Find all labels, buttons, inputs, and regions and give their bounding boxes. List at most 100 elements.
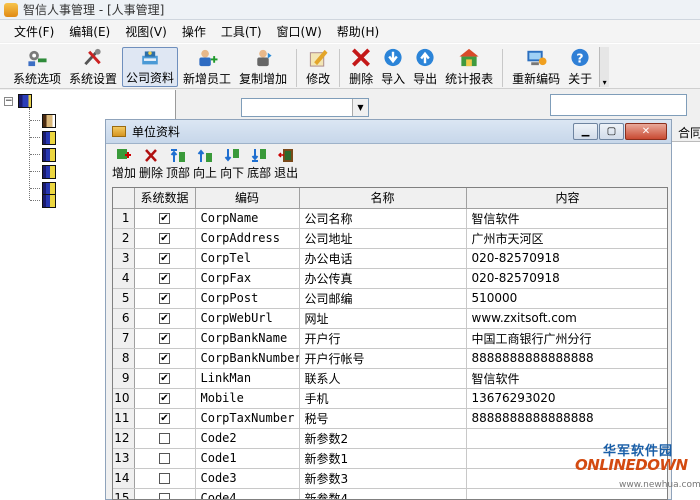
system-data-cell[interactable]: ✔ [134,268,196,289]
checkbox-checked[interactable]: ✔ [159,333,170,344]
table-row[interactable]: 11 ✔ CorpTaxNumber 税号 8888888888888888 [113,408,667,429]
content-cell[interactable]: 8888888888888888 [466,408,667,429]
system-data-cell[interactable] [134,428,196,449]
content-cell[interactable]: 中国工商银行广州分行 [466,328,667,349]
name-cell[interactable]: 办公传真 [299,268,467,289]
system-data-cell[interactable] [134,448,196,469]
content-cell[interactable]: 智信软件 [466,208,667,229]
name-cell[interactable]: 公司名称 [299,208,467,229]
checkbox-checked[interactable]: ✔ [159,393,170,404]
checkbox-checked[interactable]: ✔ [159,313,170,324]
name-cell[interactable]: 新参数3 [299,468,467,489]
table-row[interactable]: 8 ✔ CorpBankNumber 开户行帐号 8888888888888888 [113,348,667,369]
name-cell[interactable]: 办公电话 [299,248,467,269]
about-button[interactable]: ? 关于 [565,47,595,87]
toolbar-overflow-chevron-icon[interactable]: ▾ [599,47,610,87]
code-cell[interactable]: CorpName [195,208,300,229]
table-row[interactable]: 10 ✔ Mobile 手机 13676293020 [113,388,667,409]
table-row[interactable]: 4 ✔ CorpFax 办公传真 020-82570918 [113,268,667,289]
search-input[interactable] [550,94,687,116]
checkbox-unchecked[interactable] [159,433,170,444]
checkbox-unchecked[interactable] [159,453,170,464]
system-data-cell[interactable]: ✔ [134,388,196,409]
checkbox-unchecked[interactable] [159,493,170,499]
code-cell[interactable]: Code4 [195,488,300,499]
row-number-cell[interactable]: 12 [113,428,135,449]
name-cell[interactable]: 开户行帐号 [299,348,467,369]
checkbox-checked[interactable]: ✔ [159,413,170,424]
tree-node-book-icon[interactable] [42,165,56,179]
chevron-down-icon[interactable]: ▼ [352,99,368,116]
checkbox-checked[interactable]: ✔ [159,253,170,264]
checkbox-checked[interactable]: ✔ [159,233,170,244]
name-cell[interactable]: 网址 [299,308,467,329]
add-employee-button[interactable]: 新增员工 [180,47,234,87]
system-data-cell[interactable] [134,468,196,489]
code-cell[interactable]: CorpAddress [195,228,300,249]
exit-button[interactable]: 退出 [274,148,298,181]
row-number-cell[interactable]: 2 [113,228,135,249]
system-data-cell[interactable]: ✔ [134,368,196,389]
tree-root-book-icon[interactable] [18,94,32,108]
edit-button[interactable]: 修改 [303,47,333,87]
menu-help[interactable]: 帮助(H) [331,23,388,40]
table-row[interactable]: 9 ✔ LinkMan 联系人 智信软件 [113,368,667,389]
name-cell[interactable]: 公司邮编 [299,288,467,309]
content-cell[interactable]: 020-82570918 [466,268,667,289]
report-button[interactable]: 统计报表 [442,47,496,87]
name-cell[interactable]: 新参数1 [299,448,467,469]
code-cell[interactable]: LinkMan [195,368,300,389]
row-number-cell[interactable]: 14 [113,468,135,489]
menu-window[interactable]: 窗口(W) [271,23,331,40]
system-data-cell[interactable] [134,488,196,499]
checkbox-checked[interactable]: ✔ [159,353,170,364]
table-row[interactable]: 1 ✔ CorpName 公司名称 智信软件 [113,208,667,229]
row-number-cell[interactable]: 11 [113,408,135,429]
move-top-button[interactable]: 顶部 [166,148,190,181]
row-number-cell[interactable]: 1 [113,208,135,229]
row-number-cell[interactable]: 5 [113,288,135,309]
system-data-cell[interactable]: ✔ [134,288,196,309]
content-cell[interactable]: 8888888888888888 [466,348,667,369]
minimize-button[interactable]: ▁ [573,123,598,140]
code-cell[interactable]: Code3 [195,468,300,489]
menu-tools[interactable]: 工具(T) [215,23,271,40]
system-data-cell[interactable]: ✔ [134,308,196,329]
table-row[interactable]: 7 ✔ CorpBankName 开户行 中国工商银行广州分行 [113,328,667,349]
menu-view[interactable]: 视图(V) [119,23,176,40]
filter-dropdown[interactable]: ▼ [241,98,369,117]
tree-node-book-icon[interactable] [42,131,56,145]
content-cell[interactable]: 智信软件 [466,368,667,389]
row-number-cell[interactable]: 4 [113,268,135,289]
column-header-content[interactable]: 内容 [466,188,667,209]
checkbox-checked[interactable]: ✔ [159,373,170,384]
system-data-cell[interactable]: ✔ [134,228,196,249]
content-cell[interactable]: 广州市天河区 [466,228,667,249]
table-row[interactable]: 3 ✔ CorpTel 办公电话 020-82570918 [113,248,667,269]
code-cell[interactable]: Code2 [195,428,300,449]
move-bottom-button[interactable]: 底部 [247,148,271,181]
table-row[interactable]: 2 ✔ CorpAddress 公司地址 广州市天河区 [113,228,667,249]
name-cell[interactable]: 开户行 [299,328,467,349]
system-settings-button[interactable]: 系统设置 [66,47,120,87]
column-header-system[interactable]: 系统数据 [134,188,196,209]
content-cell[interactable]: www.zxitsoft.com [466,308,667,329]
system-data-cell[interactable]: ✔ [134,328,196,349]
code-cell[interactable]: Code1 [195,448,300,469]
row-number-cell[interactable]: 10 [113,388,135,409]
menu-file[interactable]: 文件(F) [8,23,63,40]
row-number-cell[interactable]: 8 [113,348,135,369]
code-cell[interactable]: CorpBankName [195,328,300,349]
tree-collapse-icon[interactable]: − [4,97,13,106]
system-options-button[interactable]: 系统选项 [10,47,64,87]
checkbox-checked[interactable]: ✔ [159,293,170,304]
company-info-button[interactable]: 公司资料 [122,47,179,87]
copy-add-button[interactable]: 复制增加 [236,47,290,87]
move-up-button[interactable]: 向上 [193,148,217,181]
code-cell[interactable]: CorpTaxNumber [195,408,300,429]
import-button[interactable]: 导入 [378,47,408,87]
column-header-code[interactable]: 编码 [195,188,300,209]
system-data-cell[interactable]: ✔ [134,408,196,429]
delete-button[interactable]: 删除 [346,47,376,87]
row-number-cell[interactable]: 13 [113,448,135,469]
